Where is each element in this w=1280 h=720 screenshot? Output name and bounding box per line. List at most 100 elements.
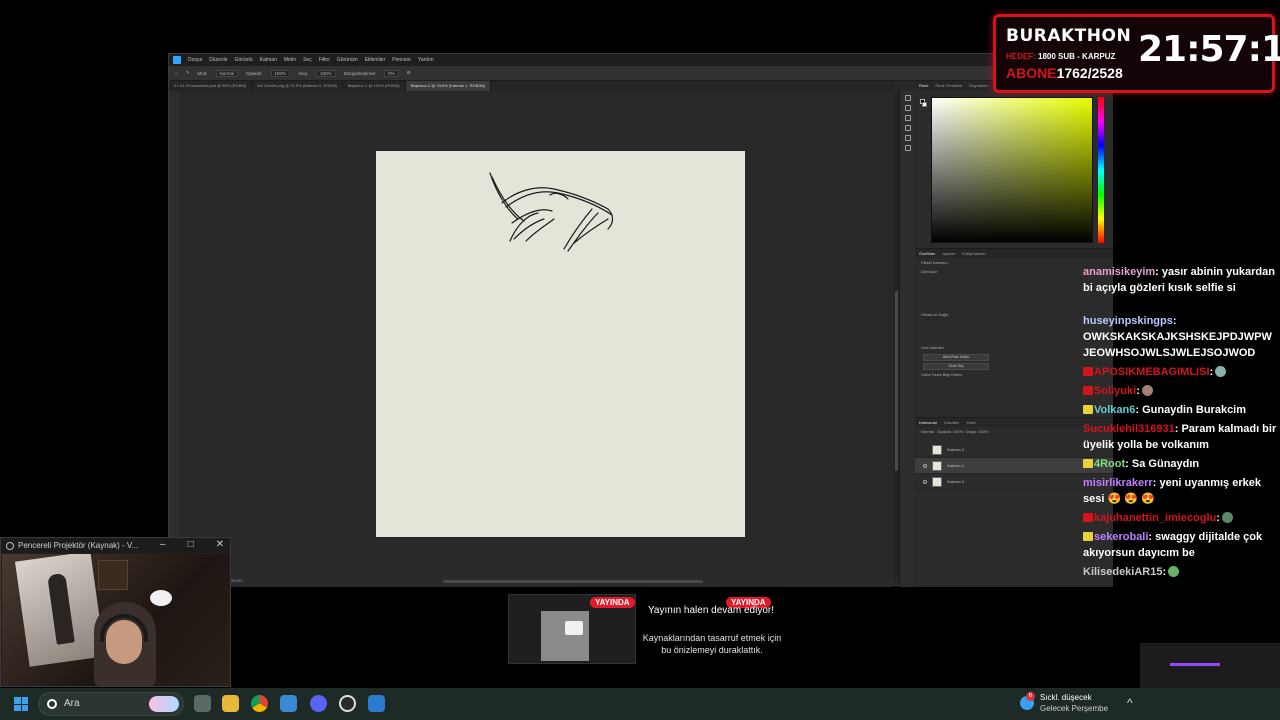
live-badge: YAYINDA bbox=[590, 597, 635, 608]
window-controls: – □ ✕ bbox=[160, 539, 224, 550]
visibility-eye-icon[interactable] bbox=[923, 479, 927, 484]
discord-icon[interactable] bbox=[310, 695, 327, 712]
chrome-icon[interactable] bbox=[251, 695, 268, 712]
menu-select[interactable]: Seç bbox=[303, 57, 312, 63]
tab-color[interactable]: Renk bbox=[919, 83, 928, 88]
background-color-swatch[interactable] bbox=[922, 102, 927, 107]
tab-gradients[interactable]: Degradeler bbox=[969, 83, 989, 88]
app-icon-2[interactable] bbox=[368, 695, 385, 712]
weather-headline: Sıckl. düşecek bbox=[1040, 693, 1092, 702]
overlay-title: BURAKTHON bbox=[1006, 26, 1132, 46]
tab-channels[interactable]: Kanallar bbox=[944, 420, 959, 425]
monitor-icon bbox=[565, 621, 583, 635]
obs-icon bbox=[6, 541, 14, 550]
canvas-area[interactable] bbox=[179, 91, 893, 577]
document-tabs: 01-04-03 karandeki.psd @ 50% (RGB/8) Dal… bbox=[169, 81, 895, 91]
close-icon[interactable]: ✕ bbox=[216, 539, 224, 550]
goal-line: HEDEF: 1800 SUB - KARPUZ bbox=[1006, 52, 1115, 61]
notice-body: Kaynaklarından tasarruf etmek için bu ön… bbox=[642, 633, 782, 655]
progress-bar bbox=[1170, 663, 1220, 666]
menu-image[interactable]: Görüntü bbox=[235, 57, 253, 63]
color-picker-field[interactable] bbox=[931, 97, 1093, 243]
chat-message: Soliyuki: bbox=[1083, 383, 1277, 399]
adjustments-icon[interactable] bbox=[904, 115, 911, 121]
tab-libraries[interactable]: Kütüphaneler bbox=[962, 251, 986, 256]
history-icon[interactable] bbox=[904, 95, 911, 101]
select-subject-button[interactable]: Özne Seç bbox=[923, 363, 989, 370]
layer-opacity-field[interactable]: 100% bbox=[953, 429, 963, 434]
tab-adjustments[interactable]: Ayarlar bbox=[942, 251, 955, 256]
file-explorer-icon[interactable] bbox=[222, 695, 239, 712]
doc-tab[interactable]: Başlıksız-1 @ 100% (RGB/8) bbox=[343, 81, 406, 91]
doc-tab[interactable]: Dal Gündü.png @ 91,5% (Katman 0, RGB/8) bbox=[252, 81, 343, 91]
notice-title: Yayının halen devam ediyor! bbox=[647, 605, 774, 616]
taskbar-search[interactable]: Ara bbox=[38, 692, 184, 716]
lamp bbox=[150, 590, 172, 606]
doc-tab-active[interactable]: Başlıksız-2 @ 33,6% (Katman 1, RGB/8#) bbox=[405, 81, 492, 91]
menu-help[interactable]: Yardım bbox=[418, 57, 434, 63]
tab-layers[interactable]: Katmanlar bbox=[919, 420, 937, 425]
app-icon[interactable] bbox=[280, 695, 297, 712]
tab-swatches[interactable]: Renk Örnekleri bbox=[935, 83, 962, 88]
status-bar: 33,6% bbox=[179, 577, 893, 587]
obs-taskbar-icon[interactable] bbox=[339, 695, 356, 712]
chat-message: anamisikeyim: yasır abinin yukardan bi a… bbox=[1083, 266, 1275, 294]
remove-background-button[interactable]: Arka Planı Kaldır bbox=[923, 354, 989, 361]
sub-badge-icon bbox=[1083, 386, 1093, 395]
windows-start-icon[interactable] bbox=[14, 697, 28, 711]
menu-filter[interactable]: Filtre bbox=[319, 57, 330, 63]
menu-layer[interactable]: Katman bbox=[260, 57, 277, 63]
maximize-icon[interactable]: □ bbox=[188, 539, 194, 550]
preview-screen bbox=[541, 611, 589, 661]
sub-badge-icon bbox=[1083, 459, 1093, 468]
chat-username: huseyinpskingps bbox=[1083, 315, 1173, 327]
chat-message: KilisedekiAR15: bbox=[1083, 564, 1277, 580]
screen: { "photoshop": { "menu": ["Dosya", "Düze… bbox=[0, 0, 1280, 720]
character-icon[interactable] bbox=[904, 125, 911, 131]
timer-clock: 21:57:14 bbox=[1138, 29, 1280, 70]
menu-window[interactable]: Pencere bbox=[392, 57, 411, 63]
brush-settings-icon[interactable] bbox=[904, 105, 911, 111]
sub-badge-icon bbox=[1083, 513, 1093, 522]
menu-plugins[interactable]: Eklentiler bbox=[365, 57, 386, 63]
menu-type[interactable]: Metin bbox=[284, 57, 296, 63]
tab-paths[interactable]: Yollar bbox=[966, 420, 976, 425]
chat-message: 4Root: Sa Günaydın bbox=[1083, 456, 1277, 472]
scroll-thumb[interactable] bbox=[895, 291, 898, 471]
tab-properties[interactable]: Özellikler bbox=[919, 251, 935, 256]
layer-thumbnail bbox=[932, 476, 942, 487]
visibility-eye-icon[interactable] bbox=[923, 463, 927, 468]
doc-tab[interactable]: 01-04-03 karandeki.psd @ 50% (RGB/8) bbox=[169, 81, 253, 91]
tray-chevron-icon[interactable]: ^ bbox=[1127, 696, 1133, 710]
layer-fill-field[interactable]: 100% bbox=[978, 429, 988, 434]
hue-slider[interactable] bbox=[1098, 97, 1104, 243]
menu-edit[interactable]: Düzenle bbox=[209, 57, 227, 63]
wall-poster bbox=[14, 554, 106, 667]
chat-message: huseyinpskingps: OWKSKAKSKAJKSHSKEJPDJWP… bbox=[1083, 315, 1272, 359]
flow-field[interactable]: 100% bbox=[316, 69, 336, 77]
webcam-projector-window[interactable]: Pencereli Projektör (Kaynak) - V... – □ … bbox=[0, 537, 231, 687]
task-view-icon[interactable] bbox=[194, 695, 211, 712]
search-highlight-icon bbox=[149, 696, 179, 712]
emote-icon bbox=[1221, 512, 1233, 523]
opacity-field[interactable]: 100% bbox=[270, 69, 291, 77]
paragraph-icon[interactable] bbox=[904, 135, 911, 141]
horizontal-scrollbar[interactable] bbox=[443, 580, 703, 583]
menu-view[interactable]: Görünüm bbox=[337, 57, 358, 63]
properties-tabs: Özellikler Ayarlar Kütüphaneler bbox=[915, 249, 1113, 258]
emote-icon bbox=[1141, 385, 1153, 396]
window-titlebar[interactable]: Pencereli Projektör (Kaynak) - V... – □ … bbox=[1, 538, 230, 553]
menu-file[interactable]: Dosya bbox=[188, 57, 202, 63]
smoothing-field[interactable]: 0% bbox=[384, 69, 399, 77]
info-icon[interactable] bbox=[904, 145, 911, 151]
home-icon[interactable]: ⌂ bbox=[175, 71, 178, 76]
brush-tool-icon[interactable]: ✎ bbox=[186, 70, 190, 76]
minimize-icon[interactable]: – bbox=[160, 539, 166, 550]
document-canvas[interactable] bbox=[376, 151, 745, 537]
gear-icon[interactable]: ⚙ bbox=[407, 70, 411, 76]
mode-select[interactable]: Normal bbox=[215, 69, 239, 77]
photoshop-logo-icon bbox=[173, 56, 181, 64]
layer-thumbnail bbox=[932, 460, 942, 471]
sub-badge-icon bbox=[1083, 405, 1093, 414]
blend-mode-select[interactable]: Normal bbox=[921, 429, 934, 434]
